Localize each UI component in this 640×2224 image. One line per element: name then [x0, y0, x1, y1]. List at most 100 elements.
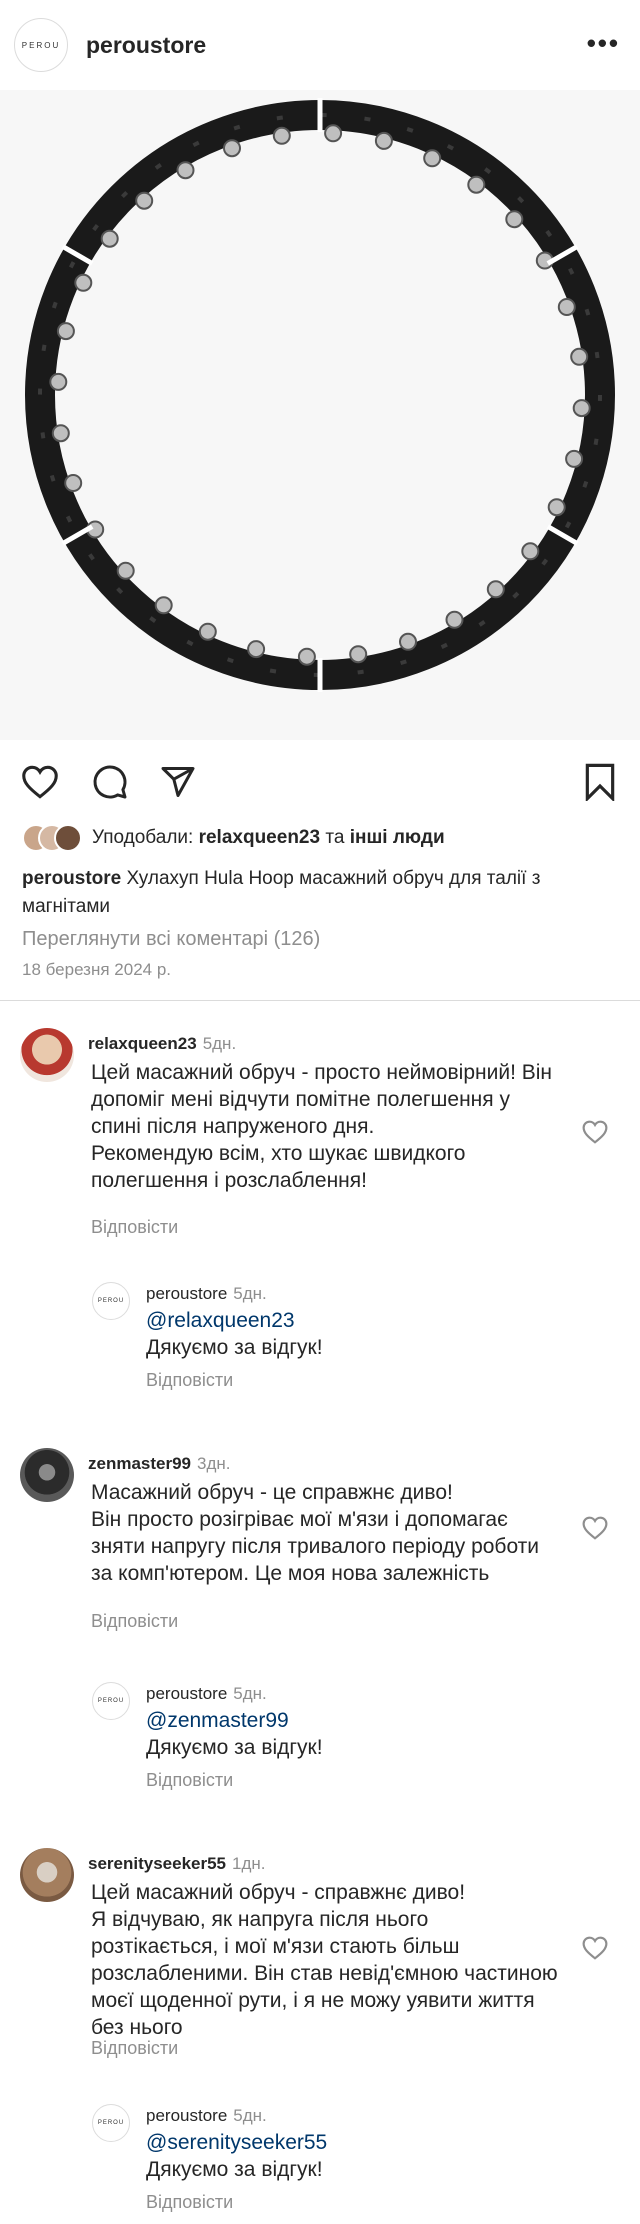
reply-header: peroustore 5дн.	[146, 1684, 267, 1704]
store-avatar[interactable]: PEROU	[14, 18, 68, 72]
massage-knob	[116, 561, 135, 580]
reply-item: PEROU peroustore 5дн. @zenmaster99 Дякуєм…	[0, 1682, 640, 1802]
more-options-icon[interactable]: •••	[587, 30, 620, 56]
comment-header: serenityseeker55 1дн.	[88, 1854, 266, 1874]
massage-knob	[557, 298, 576, 316]
reply-username[interactable]: peroustore	[146, 1284, 227, 1303]
reply-text: Дякуємо за відгук!	[146, 2158, 323, 2181]
massage-knob	[505, 210, 524, 229]
commenter-username[interactable]: zenmaster99	[88, 1454, 191, 1473]
likes-prefix: Уподобали:	[92, 827, 194, 848]
massage-knob	[154, 596, 173, 615]
massage-knob	[198, 622, 217, 641]
reply-text: Дякуємо за відгук!	[146, 1736, 323, 1759]
view-all-comments-link[interactable]: Переглянути всі коментарі (126)	[22, 928, 320, 951]
massage-knob	[423, 149, 442, 168]
massage-knob	[486, 580, 505, 599]
caption-username[interactable]: peroustore	[22, 868, 121, 889]
reply-link[interactable]: Відповісти	[91, 1611, 178, 1632]
reply-link[interactable]: Відповісти	[91, 1217, 178, 1238]
liker-avatars	[22, 823, 92, 853]
massage-knob	[565, 449, 584, 468]
reply-mention[interactable]: @serenityseeker55	[146, 2131, 327, 2155]
massage-knob	[324, 124, 343, 143]
comment-item: zenmaster99 3дн. Масажний обруч - це спра…	[0, 1444, 640, 1644]
hula-hoop-image	[25, 98, 615, 692]
comment-like-icon[interactable]	[582, 1516, 608, 1540]
store-reply-avatar[interactable]: PEROU	[92, 2104, 130, 2142]
post-caption: peroustore Хулахуп Hula Hoop масажний об…	[22, 865, 622, 921]
reply-header: peroustore 5дн.	[146, 2106, 267, 2126]
post-image[interactable]	[0, 90, 640, 740]
massage-knob	[247, 640, 266, 659]
massage-knob	[176, 161, 195, 180]
commenter-avatar[interactable]	[20, 1448, 74, 1502]
post-actions	[0, 752, 640, 812]
likes-text: Уподобали: relaxqueen23 та інші люди	[92, 827, 445, 849]
commenter-avatar[interactable]	[20, 1848, 74, 1902]
reply-link[interactable]: Відповісти	[91, 2038, 178, 2059]
massage-knob	[100, 229, 119, 248]
avatar-logo-text: PEROU	[97, 2120, 125, 2126]
reply-link[interactable]: Відповісти	[146, 2192, 233, 2213]
likes-user[interactable]: relaxqueen23	[199, 827, 320, 848]
avatar-logo-text: PEROU	[21, 40, 61, 50]
comment-text: Масажний обруч - це справжнє диво! Він п…	[91, 1481, 540, 1585]
massage-knob	[135, 191, 154, 210]
bookmark-icon[interactable]	[578, 760, 622, 804]
reply-mention[interactable]: @relaxqueen23	[146, 1309, 295, 1333]
reply-item: PEROU peroustore 5дн. @serenityseeker55 Д…	[0, 2104, 640, 2224]
comment-icon[interactable]	[88, 760, 132, 804]
avatar-logo-text: PEROU	[97, 1698, 125, 1704]
post-date: 18 березня 2024 р.	[22, 960, 171, 979]
reply-item: PEROU peroustore 5дн. @relaxqueen23 Дякує…	[0, 1282, 640, 1402]
reply-username[interactable]: peroustore	[146, 2106, 227, 2125]
store-reply-avatar[interactable]: PEROU	[92, 1282, 130, 1320]
massage-knob	[74, 273, 93, 292]
comment-text: Цей масажний обруч - справжнє диво! Я ві…	[91, 1881, 558, 2039]
massage-knob	[49, 372, 68, 391]
massage-knob	[467, 175, 486, 194]
likes-summary[interactable]: Уподобали: relaxqueen23 та інші люди	[22, 823, 622, 853]
share-icon[interactable]	[156, 760, 200, 804]
massage-knob	[272, 126, 291, 145]
post-header: PEROU peroustore •••	[0, 0, 640, 90]
reply-mention[interactable]: @zenmaster99	[146, 1709, 289, 1733]
reply-text: Дякуємо за відгук!	[146, 1336, 323, 1359]
comment-time: 3дн.	[197, 1454, 231, 1473]
massage-knob	[521, 542, 540, 561]
massage-knob	[64, 474, 83, 492]
massage-knob	[572, 399, 591, 418]
store-reply-avatar[interactable]: PEROU	[92, 1682, 130, 1720]
comment-like-icon[interactable]	[582, 1120, 608, 1144]
divider	[0, 1000, 640, 1001]
massage-knob	[349, 645, 368, 664]
massage-knob	[547, 498, 566, 517]
massage-knob	[51, 424, 70, 443]
avatar-logo-text: PEROU	[97, 1298, 125, 1304]
reply-time: 5дн.	[233, 1284, 267, 1303]
commenter-avatar[interactable]	[20, 1028, 74, 1082]
comment-item: relaxqueen23 5дн. Цей масажний обруч - пр…	[0, 1024, 640, 1264]
comment-header: relaxqueen23 5дн.	[88, 1034, 236, 1054]
reply-time: 5дн.	[233, 1684, 267, 1703]
reply-username[interactable]: peroustore	[146, 1684, 227, 1703]
reply-link[interactable]: Відповісти	[146, 1370, 233, 1391]
reply-link[interactable]: Відповісти	[146, 1770, 233, 1791]
comment-text: Цей масажний обруч - просто неймовірний!…	[91, 1061, 553, 1192]
comment-item: serenityseeker55 1дн. Цей масажний обруч …	[0, 1844, 640, 2064]
comment-header: zenmaster99 3дн.	[88, 1454, 231, 1474]
massage-knob	[297, 647, 316, 666]
reply-time: 5дн.	[233, 2106, 267, 2125]
commenter-username[interactable]: serenityseeker55	[88, 1854, 226, 1873]
massage-knob	[223, 139, 241, 158]
likes-and: та	[325, 827, 345, 848]
commenter-username[interactable]: relaxqueen23	[88, 1034, 197, 1053]
store-username[interactable]: peroustore	[86, 32, 206, 59]
heart-icon[interactable]	[18, 760, 62, 804]
massage-knob	[445, 610, 464, 629]
comment-like-icon[interactable]	[582, 1936, 608, 1960]
reply-header: peroustore 5дн.	[146, 1284, 267, 1304]
massage-knob	[56, 322, 75, 341]
likes-others[interactable]: інші люди	[350, 827, 445, 848]
